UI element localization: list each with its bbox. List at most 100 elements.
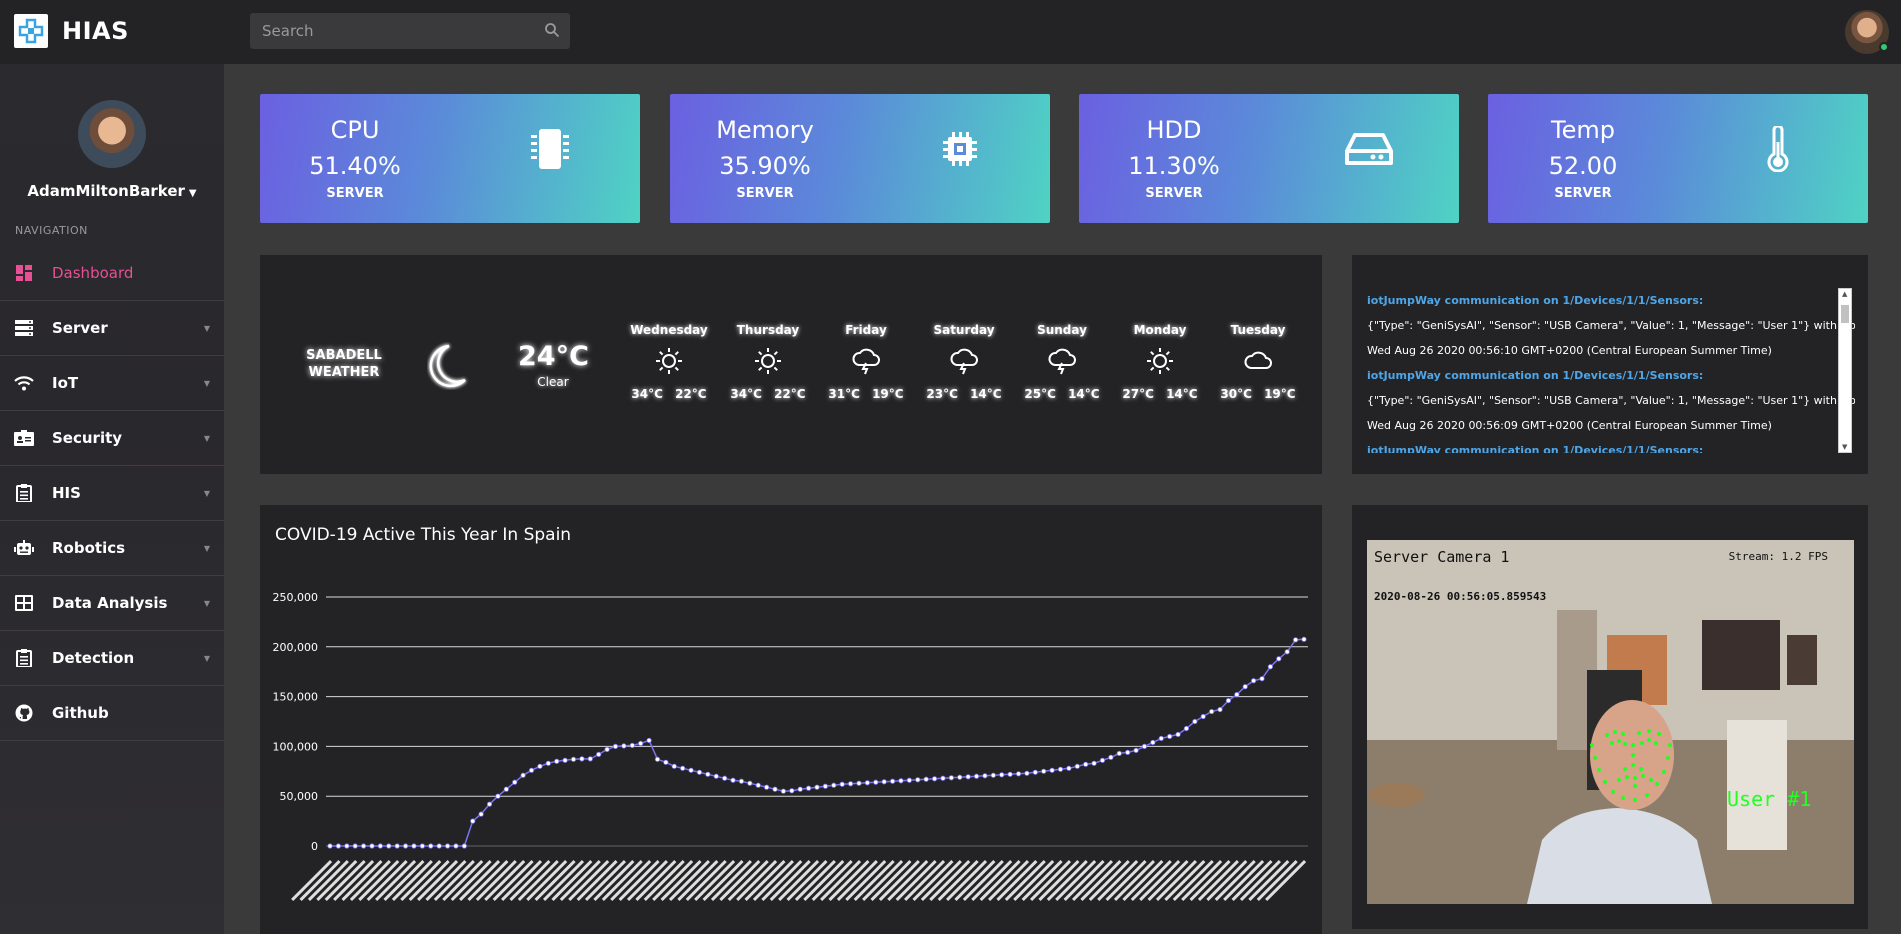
data-point[interactable] — [680, 765, 686, 771]
search-icon[interactable] — [544, 22, 560, 42]
data-point[interactable] — [1099, 757, 1106, 763]
data-point[interactable] — [990, 772, 996, 778]
data-point[interactable] — [478, 811, 484, 817]
data-point[interactable] — [663, 759, 669, 765]
data-point[interactable] — [1024, 770, 1030, 776]
profile-avatar[interactable] — [78, 100, 146, 168]
data-point[interactable] — [814, 784, 820, 790]
data-point[interactable] — [1007, 771, 1013, 777]
data-point[interactable] — [638, 740, 644, 747]
data-point[interactable] — [923, 776, 929, 782]
sidebar-item-detection[interactable]: Detection ▼ — [0, 631, 224, 686]
log-list[interactable]: iotJumpWay communication on 1/Devices/1/… — [1367, 288, 1855, 453]
data-point[interactable] — [461, 843, 467, 849]
log-scrollbar[interactable]: ▲ ▼ — [1838, 288, 1852, 453]
data-point[interactable] — [570, 756, 577, 762]
data-point[interactable] — [335, 843, 341, 849]
data-point[interactable] — [402, 843, 409, 849]
data-point[interactable] — [1175, 731, 1181, 738]
sidebar-item-his[interactable]: HIS ▼ — [0, 466, 224, 521]
data-point[interactable] — [696, 769, 703, 775]
data-point[interactable] — [806, 785, 812, 791]
data-point[interactable] — [881, 779, 887, 785]
data-point[interactable] — [1091, 760, 1097, 766]
data-point[interactable] — [377, 843, 383, 849]
scroll-down-icon[interactable]: ▼ — [1842, 443, 1847, 451]
brand[interactable]: HIAS — [14, 14, 129, 48]
profile-name-dropdown[interactable]: AdamMiltonBarker ▼ — [0, 182, 224, 200]
data-point[interactable] — [789, 788, 795, 794]
data-point[interactable] — [528, 767, 535, 773]
data-point[interactable] — [1057, 766, 1064, 772]
data-point[interactable] — [898, 778, 904, 784]
data-point[interactable] — [671, 763, 677, 769]
data-point[interactable] — [957, 774, 963, 780]
data-point[interactable] — [512, 779, 518, 785]
sidebar-item-data-analysis[interactable]: Data Analysis ▼ — [0, 576, 224, 631]
data-point[interactable] — [1225, 697, 1232, 704]
sidebar-item-robotics[interactable]: Robotics ▼ — [0, 521, 224, 576]
data-point[interactable] — [486, 801, 493, 807]
data-point[interactable] — [1150, 739, 1156, 746]
data-point[interactable] — [554, 758, 560, 764]
data-point[interactable] — [931, 776, 938, 782]
data-point[interactable] — [797, 786, 803, 792]
data-point[interactable] — [428, 843, 434, 849]
data-point[interactable] — [688, 767, 694, 773]
data-point[interactable] — [394, 843, 400, 849]
data-point[interactable] — [1301, 636, 1307, 642]
data-point[interactable] — [545, 760, 551, 766]
scroll-up-icon[interactable]: ▲ — [1842, 290, 1847, 298]
data-point[interactable] — [856, 780, 862, 786]
data-point[interactable] — [1217, 706, 1223, 713]
data-point[interactable] — [1209, 708, 1215, 715]
data-point[interactable] — [654, 756, 661, 762]
data-point[interactable] — [503, 786, 509, 792]
sidebar-item-security[interactable]: Security ▼ — [0, 411, 224, 466]
data-point[interactable] — [1259, 676, 1265, 682]
data-point[interactable] — [1183, 725, 1190, 732]
data-point[interactable] — [730, 777, 736, 783]
data-point[interactable] — [579, 756, 585, 762]
data-point[interactable] — [764, 784, 770, 790]
user-avatar[interactable] — [1845, 10, 1889, 54]
data-point[interactable] — [831, 782, 837, 788]
data-point[interactable] — [352, 843, 358, 849]
data-point[interactable] — [562, 757, 568, 763]
data-point[interactable] — [537, 763, 543, 769]
data-point[interactable] — [1167, 733, 1173, 740]
data-point[interactable] — [1293, 637, 1299, 643]
data-point[interactable] — [411, 843, 417, 849]
data-point[interactable] — [738, 778, 745, 784]
data-point[interactable] — [1276, 656, 1282, 662]
data-point[interactable] — [847, 781, 854, 787]
data-point[interactable] — [747, 780, 753, 786]
search-input[interactable] — [250, 13, 530, 49]
data-point[interactable] — [386, 843, 392, 849]
sidebar-item-iot[interactable]: IoT ▼ — [0, 356, 224, 411]
data-point[interactable] — [1125, 749, 1131, 755]
data-point[interactable] — [864, 780, 870, 786]
data-point[interactable] — [1284, 649, 1290, 655]
sidebar-item-dashboard[interactable]: Dashboard — [0, 246, 224, 301]
data-point[interactable] — [755, 782, 761, 788]
data-point[interactable] — [1267, 664, 1274, 670]
data-point[interactable] — [344, 843, 350, 849]
data-point[interactable] — [705, 771, 711, 777]
scrollbar-thumb[interactable] — [1841, 305, 1849, 323]
data-point[interactable] — [1108, 754, 1114, 760]
data-point[interactable] — [873, 779, 879, 785]
data-point[interactable] — [1074, 763, 1080, 769]
data-point[interactable] — [1251, 678, 1257, 684]
data-point[interactable] — [1032, 769, 1038, 775]
data-point[interactable] — [360, 843, 367, 849]
sidebar-item-server[interactable]: Server ▼ — [0, 301, 224, 356]
sidebar-item-github[interactable]: Github — [0, 686, 224, 741]
data-point[interactable] — [1066, 765, 1072, 771]
data-point[interactable] — [1041, 768, 1047, 774]
data-point[interactable] — [470, 818, 476, 824]
data-point[interactable] — [604, 746, 610, 752]
data-point[interactable] — [973, 773, 980, 779]
data-point[interactable] — [1158, 735, 1164, 742]
data-point[interactable] — [436, 843, 442, 849]
